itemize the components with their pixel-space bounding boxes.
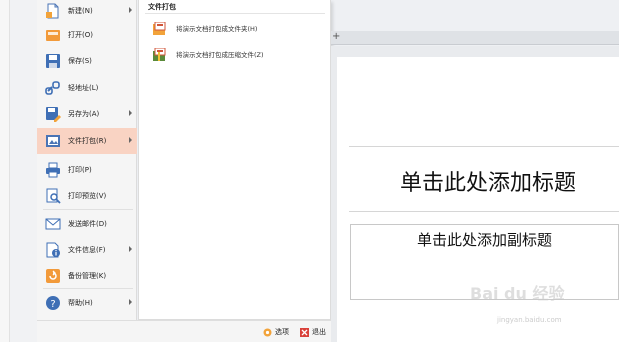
menu-item-label: 打开(O) (68, 31, 93, 39)
menu-item-open[interactable]: 打开(O) (37, 22, 137, 48)
menu-item-backup[interactable]: 备份管理(K) (37, 263, 137, 289)
options-button[interactable]: 选项 (263, 327, 289, 337)
save-as-icon (45, 106, 61, 122)
submenu-arrow-icon (129, 299, 132, 305)
svg-text:?: ? (50, 299, 55, 310)
menu-item-label: 新建(N) (68, 7, 93, 15)
pack-zip-icon (153, 47, 169, 61)
menu-bottom-bar: 选项 退出 (37, 320, 333, 342)
app-window: { "menu": { "items": [ {"label": "新建(N)"… (0, 0, 619, 342)
left-sidebar (10, 0, 37, 342)
menu-item-label: 打印(P) (68, 166, 92, 174)
menu-item-print-preview[interactable]: 打印预览(V) (37, 183, 137, 209)
menu-item-label: 文件信息(F) (68, 246, 106, 254)
left-edge-strip (0, 0, 10, 342)
submenu-divider (145, 13, 325, 14)
new-tab-button[interactable]: + (332, 31, 340, 43)
pack-folder-icon (153, 21, 169, 35)
submenu-item-pack-zip[interactable]: 将演示文档打包成压缩文件(Z) (145, 44, 325, 64)
submenu-arrow-icon (129, 137, 132, 143)
submenu-title: 文件打包 (148, 3, 176, 11)
submenu-item-pack-folder[interactable]: 将演示文档打包成文件夹(H) (145, 18, 325, 38)
options-gear-icon (263, 328, 272, 337)
menu-separator (43, 209, 133, 210)
submenu-item-label: 将演示文档打包成文件夹(H) (176, 25, 258, 33)
menu-item-label: 备份管理(K) (68, 272, 107, 280)
menu-item-link[interactable]: 轻地址(L) (37, 75, 137, 101)
backup-icon (45, 268, 61, 284)
link-icon (45, 80, 61, 96)
new-file-icon (45, 3, 61, 19)
submenu-arrow-icon (129, 246, 132, 252)
open-folder-icon (45, 27, 61, 43)
menu-item-label: 打印预览(V) (68, 192, 107, 200)
menu-separator (43, 288, 133, 289)
menu-item-print[interactable]: 打印(P) (37, 157, 137, 183)
exit-icon (300, 327, 309, 337)
menu-item-label: 文件打包(R) (68, 137, 107, 145)
options-label: 选项 (275, 328, 289, 336)
file-info-icon (45, 242, 61, 258)
help-icon: ? (45, 295, 61, 311)
subtitle-placeholder-text: 单击此处添加副标题 (416, 231, 552, 249)
document-tab-bar (331, 31, 619, 45)
menu-item-help[interactable]: ? 帮助(H) (37, 290, 137, 316)
watermark-logo: Bai du 经验 (470, 284, 565, 303)
title-placeholder-text: 单击此处添加标题 (399, 171, 576, 196)
package-icon (45, 133, 61, 149)
menu-item-label: 保存(S) (68, 57, 92, 65)
menu-item-label: 另存为(A) (68, 110, 100, 118)
print-preview-icon (45, 188, 61, 204)
save-icon (45, 53, 61, 69)
submenu-arrow-icon (129, 7, 132, 13)
package-submenu: 文件打包 将演示文档打包成文件夹(H) 将演示文档打包成压缩文件(Z) (138, 0, 331, 320)
menu-item-label: 发送邮件(D) (68, 220, 107, 228)
menu-item-send-mail[interactable]: 发送邮件(D) (37, 211, 137, 237)
file-menu: 新建(N) 打开(O) 保存(S) 轻地址(L) 另存为(A) 文件打包(R) … (37, 0, 137, 320)
exit-label: 退出 (312, 328, 326, 336)
submenu-item-label: 将演示文档打包成压缩文件(Z) (176, 51, 264, 59)
watermark-url: jingyan.baidu.com (497, 316, 562, 324)
menu-item-save-as[interactable]: 另存为(A) (37, 101, 137, 127)
menu-item-file-info[interactable]: 文件信息(F) (37, 237, 137, 263)
submenu-arrow-icon (129, 110, 132, 116)
mail-icon (45, 216, 61, 232)
menu-item-new[interactable]: 新建(N) (37, 0, 137, 24)
menu-item-label: 轻地址(L) (68, 84, 99, 92)
menu-item-label: 帮助(H) (68, 299, 93, 307)
menu-item-save[interactable]: 保存(S) (37, 48, 137, 74)
print-icon (45, 162, 61, 178)
menu-item-package[interactable]: 文件打包(R) (37, 128, 137, 154)
exit-button[interactable]: 退出 (300, 327, 326, 337)
